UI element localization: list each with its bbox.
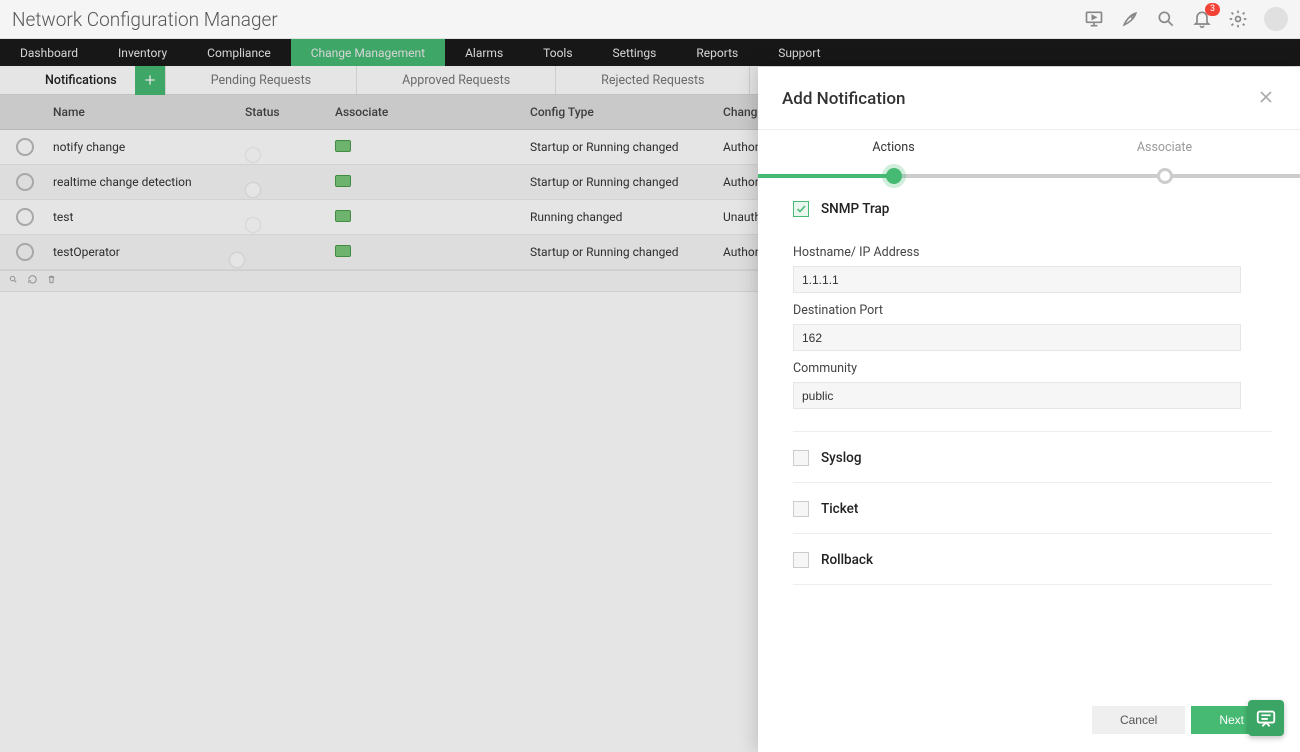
device-icon — [335, 210, 351, 222]
section-ticket: Ticket — [793, 483, 1272, 534]
step-associate[interactable]: Associate — [1029, 130, 1300, 155]
cell-config: Startup or Running changed — [530, 175, 723, 189]
rocket-icon[interactable] — [1120, 9, 1140, 29]
row-select-radio[interactable] — [16, 243, 34, 261]
tab-notifications[interactable]: Notifications — [0, 66, 166, 94]
bell-icon[interactable]: 3 — [1192, 9, 1212, 29]
col-config-type[interactable]: Config Type — [530, 105, 723, 119]
panel-title: Add Notification — [782, 89, 905, 109]
nav-change-management[interactable]: Change Management — [291, 39, 445, 66]
app-title: Network Configuration Manager — [12, 8, 278, 31]
row-select-radio[interactable] — [16, 173, 34, 191]
search-icon[interactable] — [1156, 9, 1176, 29]
device-icon — [335, 175, 351, 187]
syslog-label: Syslog — [821, 450, 862, 466]
nav-reports[interactable]: Reports — [676, 39, 758, 66]
ticket-checkbox[interactable] — [793, 501, 809, 517]
ticket-label: Ticket — [821, 501, 858, 517]
nav-alarms[interactable]: Alarms — [445, 39, 523, 66]
hostname-input[interactable] — [793, 266, 1241, 293]
tab-rejected-requests[interactable]: Rejected Requests — [556, 66, 750, 94]
main-nav: Dashboard Inventory Compliance Change Ma… — [0, 39, 1300, 66]
add-notification-button[interactable] — [135, 66, 165, 95]
step-node-actions — [886, 168, 902, 184]
step-actions[interactable]: Actions — [758, 130, 1029, 155]
cell-name: testOperator — [50, 245, 245, 259]
nav-dashboard[interactable]: Dashboard — [0, 39, 98, 66]
syslog-checkbox[interactable] — [793, 450, 809, 466]
col-status[interactable]: Status — [245, 105, 335, 119]
step-node-associate — [1157, 168, 1173, 184]
device-icon — [335, 245, 351, 257]
cell-name: notify change — [50, 140, 245, 154]
presentation-icon[interactable] — [1084, 9, 1104, 29]
avatar[interactable] — [1264, 7, 1288, 31]
wizard-stepper: Actions Associate — [758, 129, 1300, 179]
tab-approved-requests[interactable]: Approved Requests — [357, 66, 556, 94]
tab-label: Notifications — [45, 73, 117, 88]
nav-tools[interactable]: Tools — [523, 39, 592, 66]
nav-compliance[interactable]: Compliance — [187, 39, 291, 66]
add-notification-panel: Add Notification Actions Associate SNMP … — [758, 67, 1300, 752]
cancel-button[interactable]: Cancel — [1092, 706, 1185, 734]
cell-config: Startup or Running changed — [530, 140, 723, 154]
port-input[interactable] — [793, 324, 1241, 351]
section-rollback: Rollback — [793, 534, 1272, 585]
chat-fab[interactable] — [1248, 700, 1284, 736]
device-icon — [335, 140, 351, 152]
rollback-label: Rollback — [821, 552, 873, 568]
nav-inventory[interactable]: Inventory — [98, 39, 187, 66]
gear-icon[interactable] — [1228, 9, 1248, 29]
nav-support[interactable]: Support — [758, 39, 840, 66]
notification-badge: 3 — [1205, 3, 1220, 16]
header-toolbar: 3 — [1084, 7, 1288, 31]
rollback-checkbox[interactable] — [793, 552, 809, 568]
app-header: Network Configuration Manager 3 — [0, 0, 1300, 39]
row-select-radio[interactable] — [16, 208, 34, 226]
section-syslog: Syslog — [793, 432, 1272, 483]
cell-config: Running changed — [530, 210, 723, 224]
section-snmp-trap: SNMP Trap — [793, 197, 1272, 233]
row-select-radio[interactable] — [16, 138, 34, 156]
col-name[interactable]: Name — [50, 105, 245, 119]
hostname-label: Hostname/ IP Address — [793, 245, 1272, 260]
refresh-small-icon[interactable] — [27, 274, 38, 288]
community-label: Community — [793, 361, 1272, 376]
cell-name: realtime change detection — [50, 175, 245, 189]
snmp-trap-checkbox[interactable] — [793, 201, 809, 217]
cell-config: Startup or Running changed — [530, 245, 723, 259]
community-input[interactable] — [793, 382, 1241, 409]
port-label: Destination Port — [793, 303, 1272, 318]
nav-settings[interactable]: Settings — [593, 39, 677, 66]
close-icon[interactable] — [1256, 87, 1276, 111]
col-associate[interactable]: Associate — [335, 105, 530, 119]
tab-pending-requests[interactable]: Pending Requests — [166, 66, 357, 94]
search-small-icon[interactable] — [8, 274, 19, 288]
snmp-trap-label: SNMP Trap — [821, 201, 889, 217]
delete-small-icon[interactable] — [46, 274, 57, 288]
cell-name: test — [50, 210, 245, 224]
